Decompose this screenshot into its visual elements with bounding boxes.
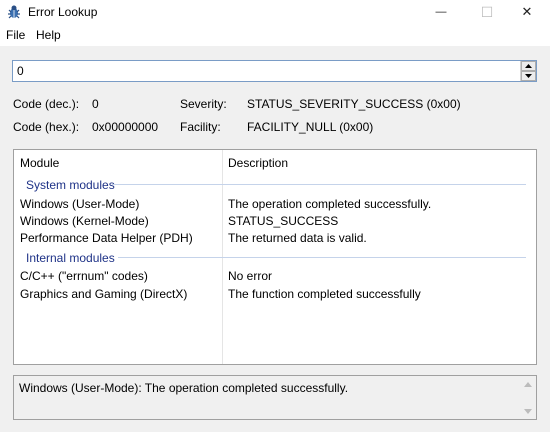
code-dec-value: 0: [92, 97, 99, 111]
details-text: Windows (User-Mode): The operation compl…: [19, 381, 349, 395]
bug-icon: [8, 5, 20, 19]
arrow-down-icon: [525, 74, 532, 78]
module-cell: Windows (User-Mode): [20, 197, 140, 211]
error-code-input-box: [12, 60, 537, 82]
description-cell: STATUS_SUCCESS: [228, 214, 339, 228]
module-cell: C/C++ ("errnum" codes): [20, 269, 148, 283]
minimize-icon: —: [435, 6, 447, 18]
column-header-module[interactable]: Module: [20, 156, 59, 170]
group-divider: [118, 257, 526, 258]
maximize-icon: ☐: [480, 3, 494, 20]
spin-down-button[interactable]: [521, 71, 536, 81]
minimize-button[interactable]: —: [418, 0, 464, 24]
code-hex-label: Code (hex.):: [13, 120, 80, 134]
code-dec-label: Code (dec.):: [13, 97, 80, 111]
code-hex-value: 0x00000000: [92, 120, 159, 134]
description-cell: No error: [228, 269, 273, 283]
close-button[interactable]: ✕: [504, 0, 550, 24]
description-cell: The operation completed successfully.: [228, 197, 432, 211]
severity-value: STATUS_SEVERITY_SUCCESS (0x00): [247, 97, 461, 111]
group-divider: [112, 184, 526, 185]
spin-control: [520, 61, 536, 81]
scroll-up-button[interactable]: [523, 379, 533, 389]
list-header: Module Description: [14, 150, 536, 172]
facility-value: FACILITY_NULL (0x00): [247, 120, 374, 134]
group-header-system[interactable]: System modules: [26, 178, 115, 192]
close-icon: ✕: [521, 4, 533, 19]
title-bar: Error Lookup — ☐ ✕: [0, 0, 550, 24]
module-cell: Performance Data Helper (PDH): [20, 231, 193, 245]
details-textbox[interactable]: Windows (User-Mode): The operation compl…: [13, 375, 537, 420]
arrow-up-icon: [525, 64, 532, 68]
description-cell: The function completed successfully: [228, 287, 421, 301]
facility-label: Facility:: [180, 120, 221, 134]
arrow-down-icon: [524, 408, 532, 414]
scroll-down-button[interactable]: [523, 406, 533, 416]
module-cell: Windows (Kernel-Mode): [20, 214, 149, 228]
module-cell: Graphics and Gaming (DirectX): [20, 287, 188, 301]
spin-up-button[interactable]: [521, 61, 536, 71]
menu-help[interactable]: Help: [36, 28, 61, 42]
window-title: Error Lookup: [28, 5, 98, 19]
results-list[interactable]: Module Description System modules Window…: [13, 149, 537, 365]
details-scrollbar[interactable]: [520, 376, 536, 419]
menu-bar: File Help: [0, 24, 550, 46]
severity-label: Severity:: [180, 97, 227, 111]
description-cell: The returned data is valid.: [228, 231, 367, 245]
group-header-internal[interactable]: Internal modules: [26, 251, 115, 265]
menu-file[interactable]: File: [6, 28, 25, 42]
arrow-up-icon: [524, 381, 532, 387]
error-code-input[interactable]: [17, 63, 517, 79]
column-header-description[interactable]: Description: [228, 156, 288, 170]
